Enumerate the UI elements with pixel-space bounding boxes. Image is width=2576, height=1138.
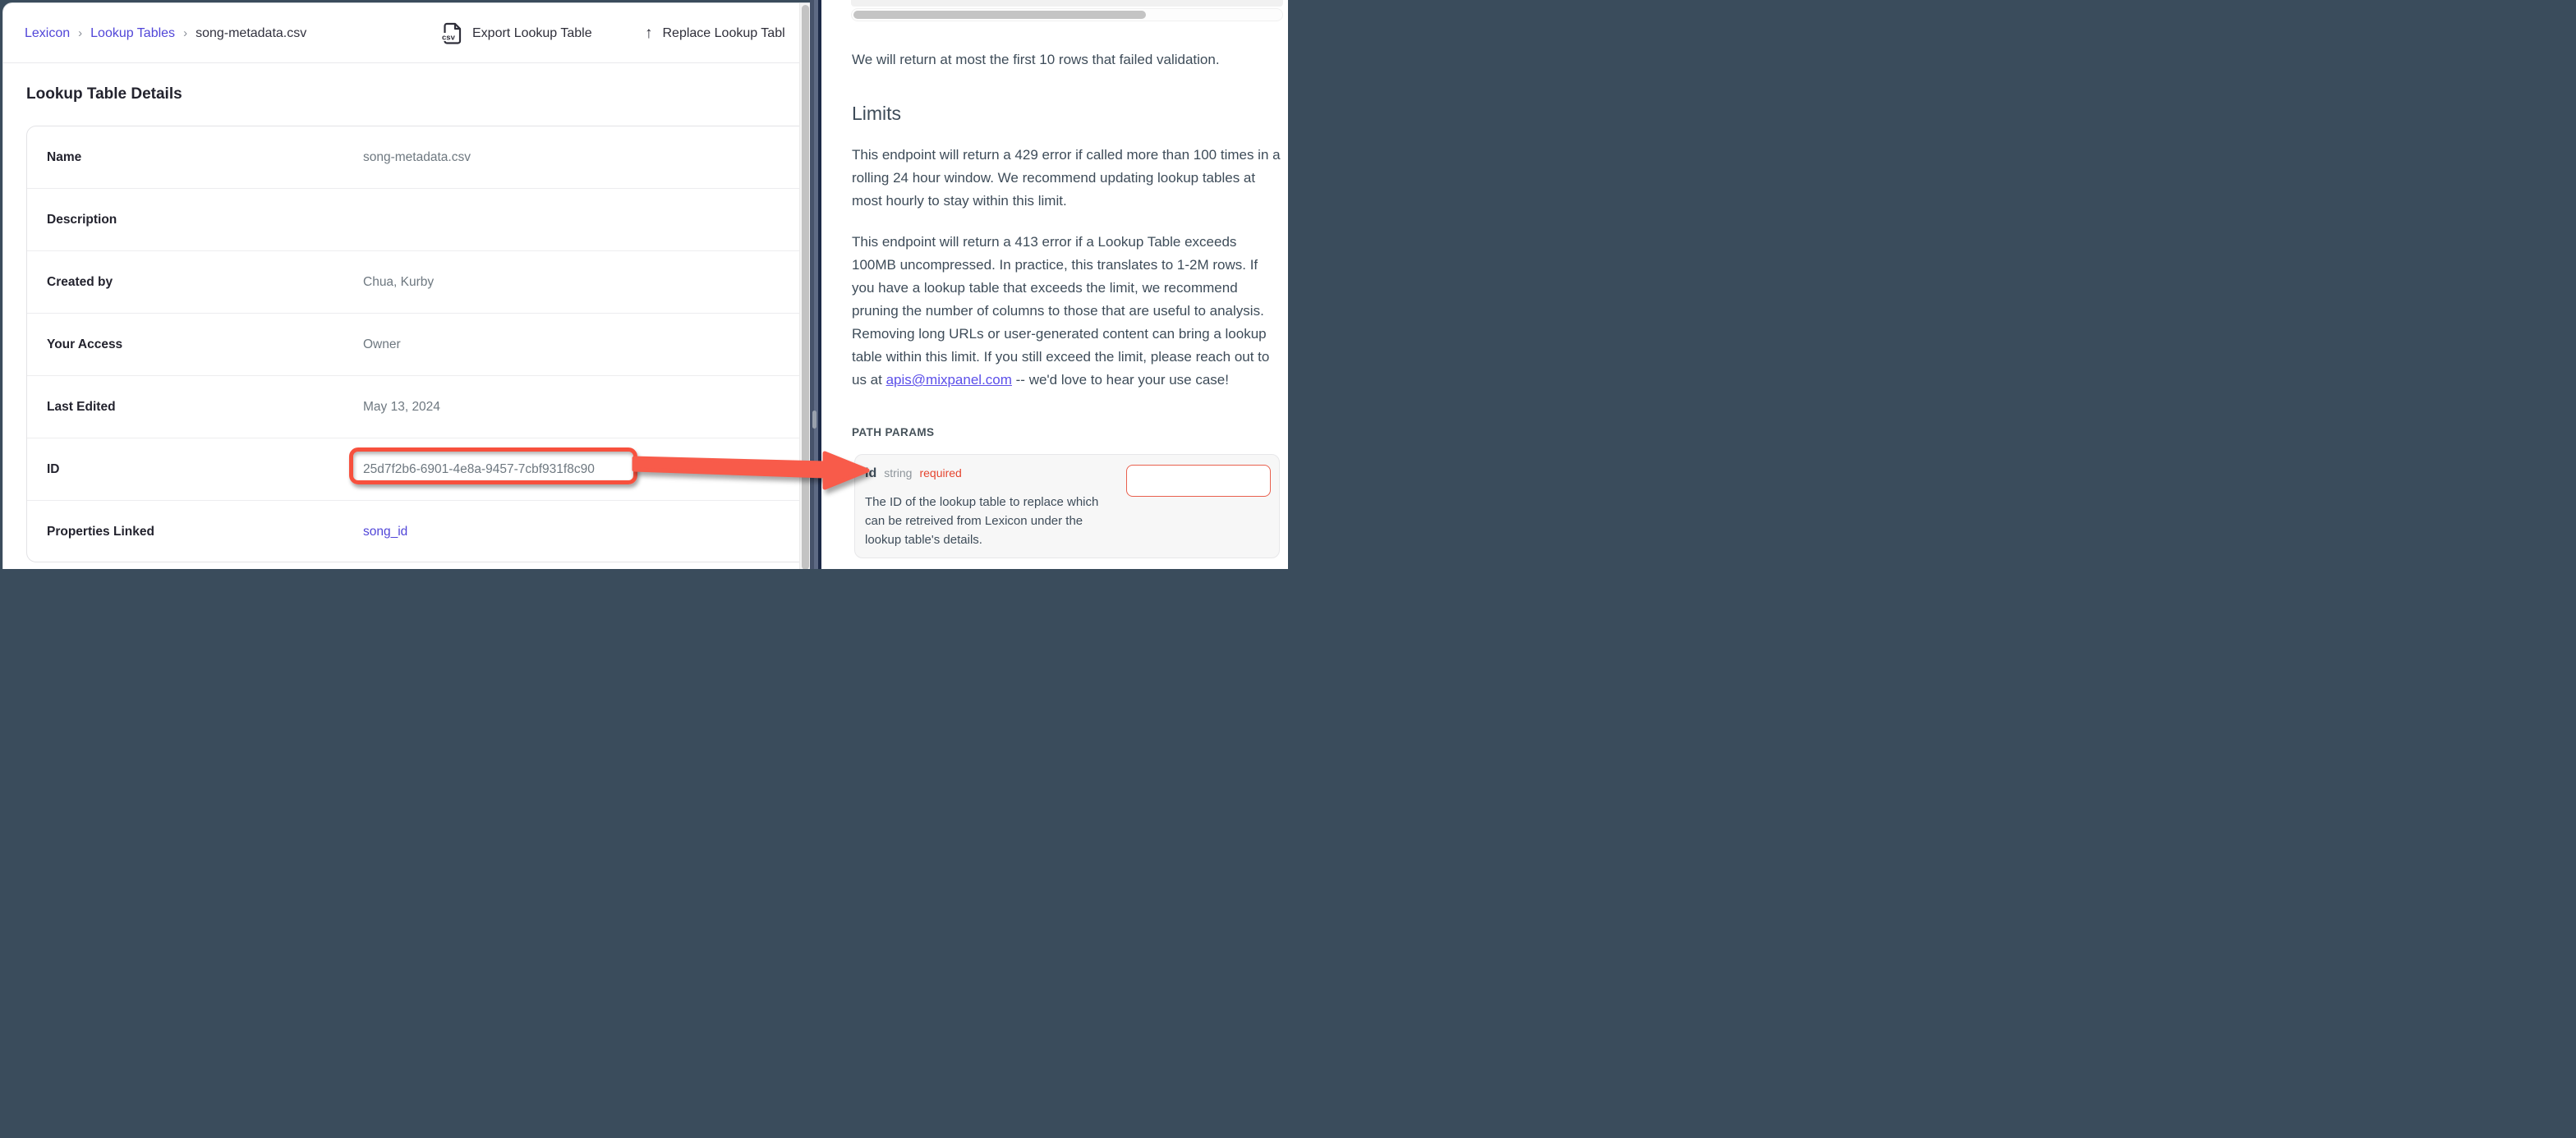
detail-row-your-access: Your Access Owner [27,313,807,375]
detail-value: Owner [363,337,401,352]
path-params-heading: PATH PARAMS [852,426,934,438]
replace-button-label: Replace Lookup Tabl [663,26,785,41]
detail-value: Chua, Kurby [363,275,434,290]
limits-paragraph-413: This endpoint will return a 413 error if… [852,231,1282,392]
id-param-box: id string required The ID of the lookup … [854,454,1280,558]
limits-paragraph-429: This endpoint will return a 429 error if… [852,144,1281,213]
background-window-scrollbar-thumb [812,411,816,429]
export-button-label: Export Lookup Table [472,26,592,41]
page-title: Lookup Table Details [26,85,182,103]
breadcrumb: Lexicon › Lookup Tables › song-metadata.… [25,3,306,63]
detail-label: Last Edited [47,400,116,415]
detail-value: May 13, 2024 [363,400,440,415]
param-required-badge: required [919,466,961,480]
paragraph-text: This endpoint will return a 413 error if… [852,234,1269,388]
lookup-table-details-window: Lexicon › Lookup Tables › song-metadata.… [2,2,810,569]
detail-row-last-edited: Last Edited May 13, 2024 [27,375,807,438]
detail-label: Description [47,213,117,227]
lookup-table-details-card: Name song-metadata.csv Description Creat… [26,126,808,562]
detail-label: Properties Linked [47,525,154,539]
docs-intro-text: We will return at most the first 10 rows… [852,52,1220,68]
apis-mixpanel-email-link[interactable]: apis@mixpanel.com [886,372,1012,388]
breadcrumb-current-file: song-metadata.csv [196,26,306,41]
limits-heading: Limits [852,103,901,125]
id-param-input[interactable] [1126,465,1271,497]
breadcrumb-separator-icon: › [183,26,187,40]
detail-row-name: Name song-metadata.csv [27,126,807,188]
docs-horizontal-scrollbar-track[interactable] [851,8,1283,21]
paragraph-text: -- we'd love to hear your use case! [1012,372,1229,388]
param-name: id [865,466,876,481]
lookup-table-id-value: 25d7f2b6-6901-4e8a-9457-7cbf931f8c90 [363,462,595,477]
detail-row-properties-linked: Properties Linked song_id [27,500,807,562]
replace-lookup-table-button[interactable]: ↑ Replace Lookup Tabl [645,3,785,63]
param-description: The ID of the lookup table to replace wh… [865,493,1113,549]
left-window-scrollbar-track[interactable] [799,3,810,569]
param-type: string [884,466,912,480]
detail-row-description: Description [27,188,807,250]
detail-label: Your Access [47,337,122,352]
api-docs-panel: We will return at most the first 10 rows… [821,0,1288,569]
upload-arrow-icon: ↑ [645,25,653,43]
scrolled-content-edge [851,0,1283,7]
breadcrumb-separator-icon: › [78,26,82,40]
detail-label: Name [47,150,81,165]
docs-horizontal-scrollbar-thumb[interactable] [853,11,1146,19]
detail-label: ID [47,462,60,477]
detail-label: Created by [47,275,113,290]
left-window-scrollbar-thumb[interactable] [802,5,809,569]
id-param-header: id string required [865,466,962,481]
detail-value: song-metadata.csv [363,150,471,165]
linked-property-link[interactable]: song_id [363,525,407,539]
breadcrumb-lexicon[interactable]: Lexicon [25,26,70,41]
csv-file-icon: csv [442,22,462,44]
detail-row-created-by: Created by Chua, Kurby [27,250,807,313]
breadcrumb-lookup-tables[interactable]: Lookup Tables [90,26,175,41]
background-window-edge [810,0,821,569]
detail-row-id: ID 25d7f2b6-6901-4e8a-9457-7cbf931f8c90 [27,438,807,500]
header-bar: Lexicon › Lookup Tables › song-metadata.… [3,3,800,63]
export-lookup-table-button[interactable]: csv Export Lookup Table [442,3,592,63]
svg-text:csv: csv [442,34,456,43]
